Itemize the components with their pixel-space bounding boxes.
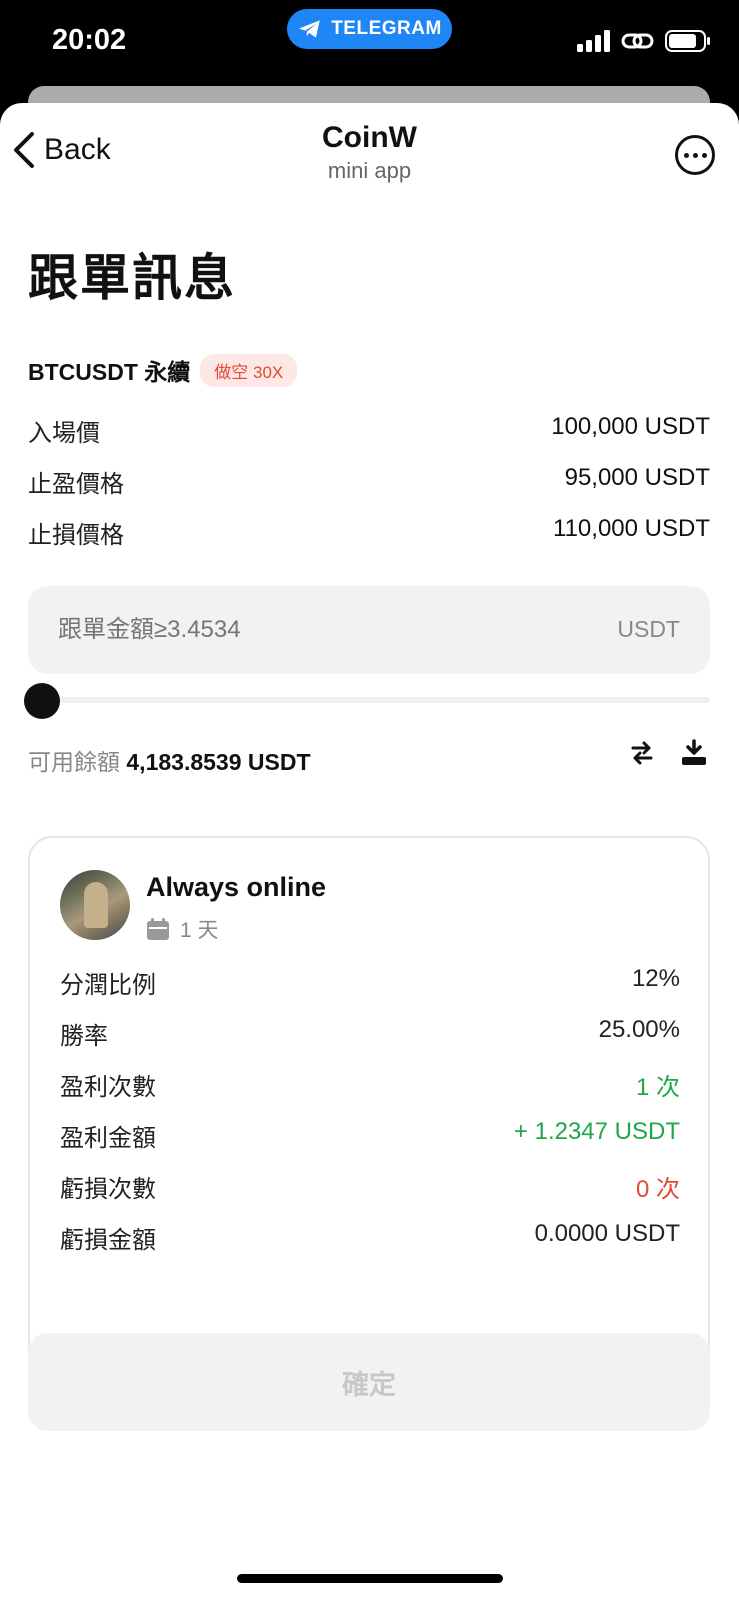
stat-label: 分潤比例 — [60, 972, 156, 999]
confirm-button[interactable]: 確定 — [28, 1333, 710, 1431]
status-icons — [577, 30, 711, 52]
transfer-button[interactable] — [624, 735, 660, 771]
direction-leverage-badge: 做空 30X — [200, 353, 298, 387]
balance-value: 4,183.8539 USDT — [126, 749, 311, 775]
trader-card: Always online 1 天 分潤比例 12% 勝率 25.00% 盈利次… — [28, 836, 710, 1392]
stat-label: 盈利金額 — [60, 1125, 156, 1152]
trader-name: Always online — [146, 872, 327, 902]
nav-bar: Back CoinW mini app — [0, 103, 739, 193]
amount-unit: USDT — [617, 616, 680, 642]
calendar-icon — [147, 918, 169, 940]
stat-label: 盈利次數 — [60, 1074, 156, 1101]
signal-icon — [577, 30, 610, 52]
entry-price-row: 入場價 100,000 USDT — [28, 413, 710, 448]
telegram-pill[interactable]: TELEGRAM — [287, 9, 452, 49]
pair-name: BTCUSDT 永續 — [28, 359, 191, 385]
amount-field-box: USDT — [28, 586, 710, 674]
detail-value: 110,000 USDT — [553, 515, 710, 542]
mini-app-sheet: Back CoinW mini app 跟單訊息 BTCUSDT 永續 做空 3… — [0, 103, 739, 1600]
app-subtitle: mini app — [327, 158, 412, 183]
download-icon — [682, 739, 706, 765]
stop-loss-row: 止損價格 110,000 USDT — [28, 515, 710, 550]
balance-label: 可用餘額 — [28, 749, 120, 775]
trader-days: 1 天 — [146, 914, 219, 944]
detail-value: 100,000 USDT — [551, 413, 710, 440]
trader-days-value: 1 天 — [180, 919, 219, 942]
deposit-button[interactable] — [676, 735, 712, 771]
stat-label: 虧損次數 — [60, 1176, 156, 1203]
available-balance: 可用餘額 4,183.8539 USDT — [28, 743, 311, 777]
transfer-icon — [631, 741, 653, 765]
stat-row-profit-amount: 盈利金額 + 1.2347 USDT — [60, 1118, 680, 1153]
stat-row-loss-amount: 虧損金額 0.0000 USDT — [60, 1220, 680, 1255]
telegram-icon — [299, 20, 320, 38]
detail-label: 止損價格 — [28, 522, 124, 549]
amount-slider-handle[interactable] — [24, 683, 60, 719]
take-profit-row: 止盈價格 95,000 USDT — [28, 464, 710, 499]
stat-value: 12% — [631, 965, 680, 992]
stat-row-loss-count: 虧損次數 0 次 — [60, 1169, 680, 1204]
stat-row-win-rate: 勝率 25.00% — [60, 1016, 680, 1051]
stat-label: 虧損金額 — [60, 1227, 156, 1254]
link-icon — [621, 33, 654, 49]
avatar — [60, 870, 130, 940]
amount-input[interactable] — [58, 586, 538, 674]
stat-value: + 1.2347 USDT — [513, 1118, 680, 1145]
detail-label: 止盈價格 — [28, 471, 124, 498]
telegram-pill-label: TELEGRAM — [331, 18, 442, 39]
stat-row-profit-count: 盈利次數 1 次 — [60, 1067, 680, 1102]
stat-value: 0.0000 USDT — [534, 1220, 680, 1247]
stat-row-profit-share: 分潤比例 12% — [60, 965, 680, 1000]
app-title: CoinW — [322, 121, 417, 154]
battery-icon — [665, 30, 710, 52]
stat-value: 0 次 — [635, 1176, 680, 1203]
stat-label: 勝率 — [60, 1023, 108, 1050]
pair-row: BTCUSDT 永續 做空 30X — [28, 353, 298, 387]
more-icon[interactable] — [675, 135, 715, 175]
home-indicator — [237, 1574, 503, 1583]
status-bar: 20:02 TELEGRAM — [0, 0, 739, 100]
stat-value: 25.00% — [598, 1016, 680, 1043]
detail-label: 入場價 — [28, 420, 100, 447]
status-time: 20:02 — [52, 24, 127, 56]
detail-value: 95,000 USDT — [564, 464, 710, 491]
page-title: 跟單訊息 — [28, 250, 236, 306]
stat-value: 1 次 — [635, 1074, 680, 1101]
amount-slider-track[interactable] — [28, 697, 710, 703]
